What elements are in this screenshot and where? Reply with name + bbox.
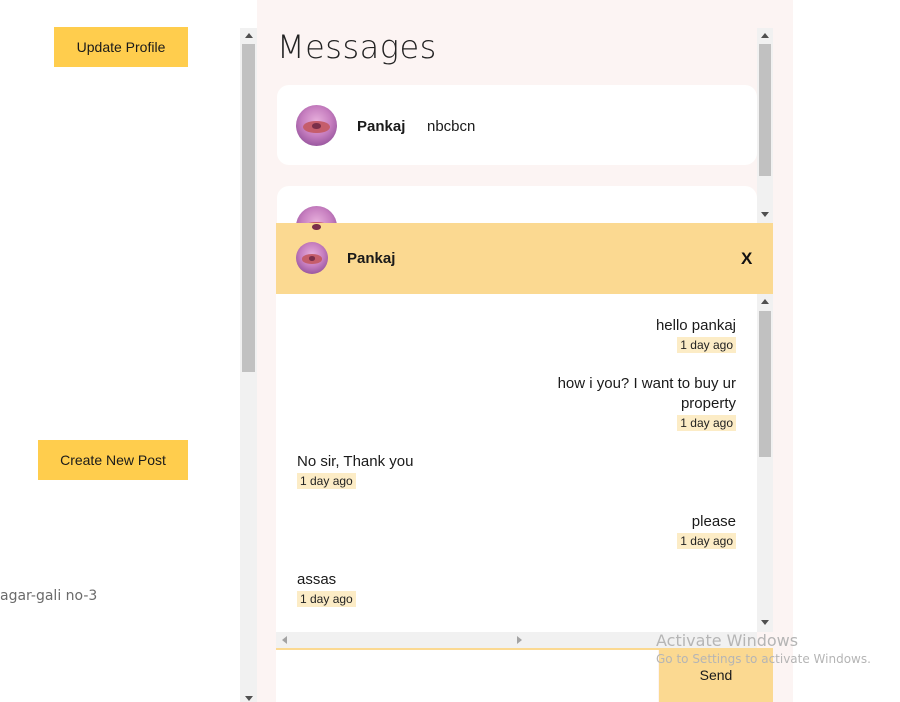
chat-message: please 1 day ago xyxy=(476,512,736,550)
scrollbar-thumb[interactable] xyxy=(759,44,771,176)
message-text: how i you? I want to buy ur property xyxy=(557,375,736,412)
scrollbar-thumb[interactable] xyxy=(242,44,255,372)
scroll-up-arrow-icon[interactable] xyxy=(761,299,769,304)
scroll-up-arrow-icon[interactable] xyxy=(244,33,253,38)
os-activation-watermark-subtitle: Go to Settings to activate Windows. xyxy=(656,652,871,666)
conversation-name: Pankaj xyxy=(357,118,406,135)
scroll-up-arrow-icon[interactable] xyxy=(761,33,769,38)
message-timestamp: 1 day ago xyxy=(297,591,356,607)
page-scrollbar[interactable] xyxy=(240,28,257,702)
chat-close-button[interactable]: X xyxy=(741,249,752,269)
chat-message: hello pankaj 1 day ago xyxy=(476,316,736,354)
chat-scrollbar[interactable] xyxy=(757,294,773,632)
update-profile-button[interactable]: Update Profile xyxy=(54,27,188,67)
message-timestamp: 1 day ago xyxy=(677,533,736,549)
scroll-down-arrow-icon[interactable] xyxy=(761,212,769,217)
scroll-down-arrow-icon[interactable] xyxy=(244,696,253,701)
conversation-list-scrollbar[interactable] xyxy=(757,28,773,223)
conversation-item[interactable]: Pankaj nbcbcn xyxy=(277,85,757,165)
scroll-down-arrow-icon[interactable] xyxy=(761,620,769,625)
scrollbar-thumb[interactable] xyxy=(759,311,771,457)
chat-message: how i you? I want to buy ur property 1 d… xyxy=(536,374,736,432)
create-new-post-button[interactable]: Create New Post xyxy=(38,440,188,480)
conversation-preview: nbcbcn xyxy=(427,118,476,135)
message-timestamp: 1 day ago xyxy=(297,473,356,489)
os-activation-watermark-title: Activate Windows xyxy=(656,631,799,650)
message-timestamp: 1 day ago xyxy=(677,415,736,431)
message-timestamp: 1 day ago xyxy=(677,337,736,353)
message-text: hello pankaj xyxy=(655,317,736,334)
donut-avatar-icon xyxy=(296,242,328,274)
donut-avatar-icon xyxy=(296,105,337,146)
chat-message: assas 1 day ago xyxy=(297,570,557,608)
messages-title: Messages xyxy=(277,28,437,66)
scroll-left-arrow-icon[interactable] xyxy=(282,636,287,644)
chat-contact-name: Pankaj xyxy=(347,250,396,267)
chat-message: No sir, Thank you 1 day ago xyxy=(297,452,557,490)
chat-header: Pankaj X xyxy=(276,223,773,294)
message-text: please xyxy=(691,513,736,530)
message-text: assas xyxy=(297,571,337,588)
message-input[interactable] xyxy=(276,650,658,702)
address-text: agar-gali no-3 xyxy=(0,588,98,604)
message-text: No sir, Thank you xyxy=(297,453,414,470)
chat-messages-area: hello pankaj 1 day ago how i you? I want… xyxy=(276,294,757,632)
scroll-right-arrow-icon[interactable] xyxy=(516,636,522,644)
